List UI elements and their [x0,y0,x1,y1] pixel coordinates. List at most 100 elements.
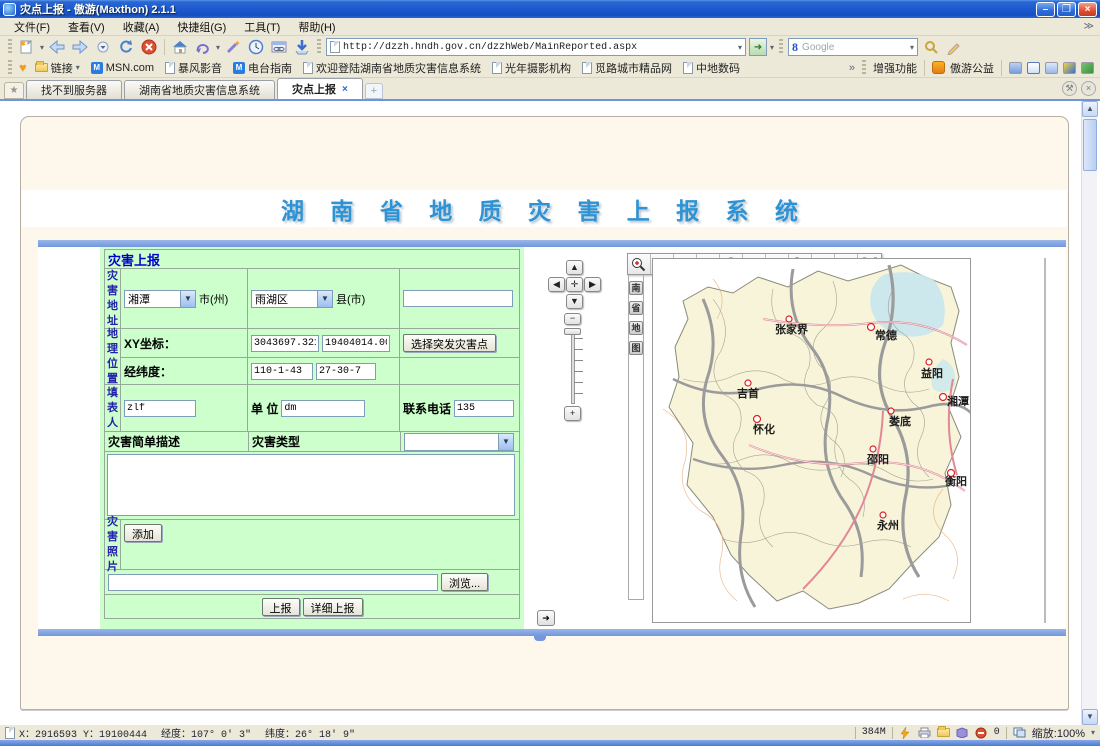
menu-file[interactable]: 文件(F) [6,18,58,36]
detail-submit-button[interactable]: 详细上报 [303,598,363,616]
disaster-type-select[interactable]: ▼ [404,433,514,451]
layer-tab-sheng[interactable]: 省 [629,301,643,315]
pan-left-icon[interactable]: ◀ [548,277,565,292]
reporter-name-input[interactable] [124,400,196,417]
layer-tab-di[interactable]: 地 [629,321,643,335]
bookmark-hunan-geo-system[interactable]: 欢迎登陆湖南省地质灾害信息系统 [300,59,484,77]
links-folder[interactable]: 链接 ▾ [32,59,83,77]
map-viewport[interactable]: 张家界 常德 益阳 吉首 怀化 娄底 湘潭 邵阳 衡阳 永州 [652,258,971,623]
zoom-dropdown-icon[interactable]: ▾ [1091,728,1095,737]
zoom-slider-thumb[interactable] [564,328,581,335]
charity-button[interactable]: 傲游公益 [950,60,994,76]
new-page-dropdown-icon[interactable]: ▾ [40,43,44,52]
city-select[interactable]: 湘潭▼ [124,290,196,308]
zoom-in-icon[interactable] [628,254,651,274]
bookmark-photo-agency[interactable]: 光年摄影机构 [489,59,574,77]
back-icon[interactable] [47,38,67,56]
stop-icon[interactable] [139,38,159,56]
bookmark-city-boutique[interactable]: 觅路城市精品网 [579,59,675,77]
menu-groups[interactable]: 快捷组(G) [169,18,234,36]
submit-button[interactable]: 上报 [262,598,300,616]
popup-blocker-icon[interactable] [975,727,988,739]
search-engine-dropdown-icon[interactable]: ▾ [910,43,914,52]
unit-input[interactable] [281,400,365,417]
window-icon[interactable] [1027,62,1040,74]
home-icon[interactable] [170,38,190,56]
folder-icon[interactable] [937,727,950,739]
feed-icon[interactable] [1063,62,1076,74]
x-coordinate-input[interactable] [251,335,319,352]
book-icon[interactable] [956,727,969,739]
search-icon[interactable] [921,38,941,56]
latitude-input[interactable] [316,363,376,380]
magic-fill-icon[interactable]: ✦ [223,38,243,56]
menu-favorites[interactable]: 收藏(A) [115,18,168,36]
longitude-input[interactable] [251,363,313,380]
restore-button[interactable]: ❐ [1057,2,1076,17]
go-dropdown-icon[interactable]: ▾ [770,43,774,52]
boost-lightning-icon[interactable] [899,727,912,739]
photo-file-input[interactable] [108,574,438,591]
skin-icon[interactable] [1081,62,1094,74]
refresh-icon[interactable] [116,38,136,56]
tab-bar-close-icon[interactable]: × [1081,81,1096,96]
history-clock-icon[interactable] [246,38,266,56]
tab-tools-wrench-icon[interactable]: ⚒ [1062,81,1077,96]
enhance-features-button[interactable]: 增强功能 [873,60,917,76]
zoom-out-slider-icon[interactable]: − [564,313,581,325]
new-page-icon[interactable]: ✱ [17,38,37,56]
undo-dropdown-icon[interactable]: ▾ [216,43,220,52]
address-detail-input[interactable] [403,290,513,307]
browse-button[interactable]: 浏览... [441,573,488,591]
add-photo-button[interactable]: 添加 [124,524,162,542]
go-button[interactable]: ➜ [749,38,767,56]
url-dropdown-icon[interactable]: ▾ [738,43,742,52]
bookmark-radio-guide[interactable]: M电台指南 [230,59,295,77]
scroll-up-icon[interactable]: ▲ [1082,101,1098,117]
search-box[interactable]: 8 Google ▾ [788,38,918,56]
pick-disaster-point-button[interactable]: 选择突发灾害点 [403,334,496,352]
bookmark-zhongdi-digital[interactable]: 中地数码 [680,59,743,77]
address-bar[interactable]: http://dzzh.hndh.gov.cn/dzzhWeb/MainRepo… [326,38,746,56]
new-tab-button[interactable]: + [365,83,383,99]
pan-down-icon[interactable]: ▼ [566,294,583,309]
highlight-icon[interactable] [944,38,964,56]
expand-panel-arrow-icon[interactable]: ➜ [537,610,555,626]
menu-view[interactable]: 查看(V) [60,18,113,36]
zoom-in-slider-icon[interactable]: + [564,406,581,421]
undo-icon[interactable] [193,38,213,56]
tab-close-icon[interactable]: × [342,84,348,95]
link-icon[interactable] [269,38,289,56]
bookmarks-overflow-chevron-icon[interactable]: » [849,62,855,74]
vertical-scrollbar[interactable]: ▲ ▼ [1081,101,1097,725]
scroll-thumb[interactable] [1083,119,1097,171]
y-coordinate-input[interactable] [322,335,390,352]
menu-help[interactable]: 帮助(H) [290,18,343,36]
favorites-heart-icon[interactable]: ♥ [19,60,27,75]
pan-center-icon[interactable]: ✛ [566,277,583,292]
scroll-down-icon[interactable]: ▼ [1082,709,1098,725]
close-button[interactable]: × [1078,2,1097,17]
tab-server-not-found[interactable]: 找不到服务器 [26,80,122,99]
bookmark-msn[interactable]: MMSN.com [88,61,157,75]
pan-up-icon[interactable]: ▲ [566,260,583,275]
resize-window-icon[interactable] [1013,727,1026,739]
bookmark-storm-player[interactable]: 暴风影音 [162,59,225,77]
proxy-icon[interactable] [1009,62,1022,74]
tab-list-star-icon[interactable]: ★ [4,82,24,99]
menu-overflow-chevron-icon[interactable]: ≫ [1084,21,1094,32]
zoom-level-label[interactable]: 缩放:100% [1032,725,1085,741]
download-icon[interactable] [292,38,312,56]
printer-icon[interactable] [918,727,931,739]
description-textarea[interactable] [107,454,515,516]
tab-hunan-geo-system[interactable]: 湖南省地质灾害信息系统 [124,80,275,99]
layer-tab-nan[interactable]: 南 [629,281,643,295]
recent-pages-dropdown-icon[interactable] [93,38,113,56]
minimize-button[interactable]: – [1036,2,1055,17]
maxthon-charity-icon[interactable] [932,61,945,74]
county-select[interactable]: 雨湖区▼ [251,290,333,308]
phone-input[interactable] [454,400,514,417]
menu-tools[interactable]: 工具(T) [236,18,288,36]
forward-icon[interactable] [70,38,90,56]
notes-icon[interactable] [1045,62,1058,74]
